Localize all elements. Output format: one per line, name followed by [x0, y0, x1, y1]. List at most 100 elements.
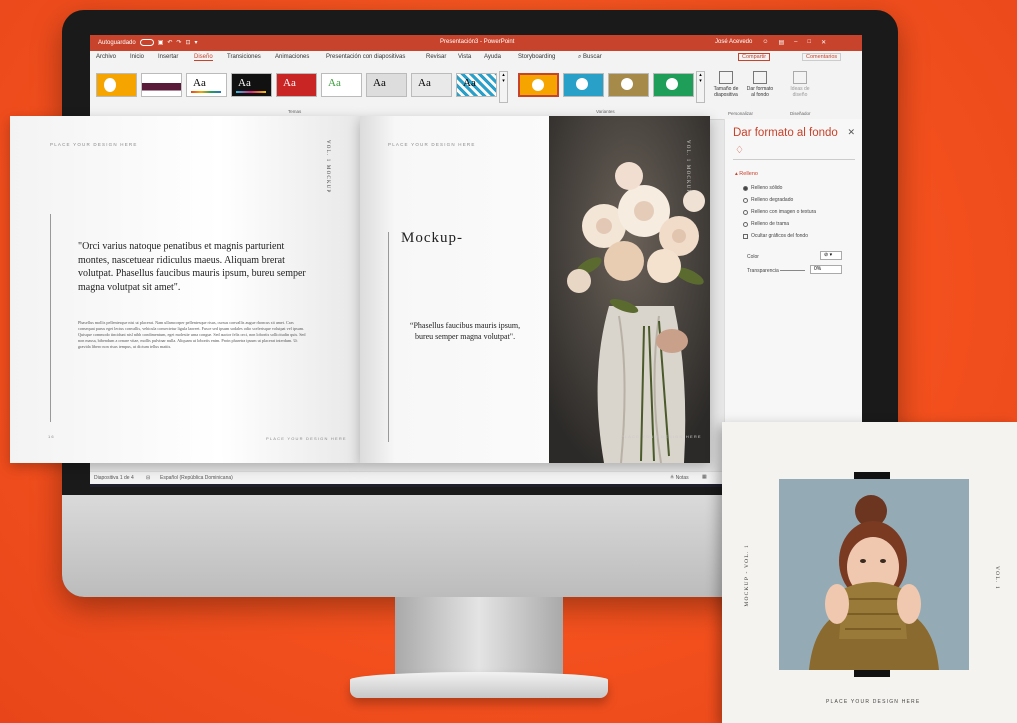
present-icon[interactable]: ⊡ — [185, 39, 190, 46]
fill-pattern-option[interactable]: Relleno de trama — [743, 221, 789, 227]
card-footer: PLACE YOUR DESIGN HERE — [826, 699, 921, 705]
radio-selected — [743, 185, 748, 191]
search-label: Buscar — [583, 54, 602, 60]
radio — [743, 197, 748, 203]
variant-thumb-1[interactable] — [518, 73, 559, 97]
fill-section-header[interactable]: ▴ Relleno — [735, 171, 758, 177]
right-page-quote: “Phasellus faucibus mauris ipsum, bureu … — [409, 321, 521, 341]
title-bar: Autoguardado ▣ ↶ ↷ ⊡ ▾ Presentación3 - P… — [90, 35, 862, 51]
theme-thumb-2[interactable] — [141, 73, 182, 97]
spell-check-icon[interactable]: ⊟ — [146, 475, 150, 481]
undo-icon[interactable]: ↶ — [167, 39, 172, 46]
radio — [743, 221, 748, 227]
left-page-number: 16 — [48, 434, 55, 439]
slide-counter: Diapositiva 1 de 4 — [94, 475, 134, 481]
magazine-card: MOCKUP - VOL. 1 VOL. 1 PLACE YOUR DESIGN… — [722, 422, 1017, 723]
notes-button[interactable]: ≜ Notas — [670, 475, 689, 481]
monitor-stand-foot — [350, 672, 608, 698]
monitor-stand-neck — [395, 597, 563, 677]
left-page-footer: PLACE YOUR DESIGN HERE — [266, 436, 347, 441]
window-title: Presentación3 - PowerPoint — [440, 39, 515, 45]
flower-bouquet-photo: VOL. 1 MOCKUP PLACE YOUR DESIGN HERE — [549, 116, 710, 463]
left-page-rule — [50, 214, 51, 422]
tab-ayuda[interactable]: Ayuda — [484, 54, 501, 60]
slide-size-icon — [719, 71, 733, 84]
minimize-icon[interactable]: – — [794, 39, 797, 46]
theme-thumb-8[interactable]: Aa — [411, 73, 452, 97]
theme-thumb-3[interactable]: Aa — [186, 73, 227, 97]
tab-storyboarding[interactable]: Storyboarding — [518, 54, 555, 60]
left-page-quote: "Orci varius natoque penatibus et magnis… — [78, 241, 306, 293]
normal-view-icon[interactable]: ▦ — [702, 474, 707, 480]
fill-solid-option[interactable]: Relleno sólido — [743, 185, 782, 191]
customize-toolbar-icon[interactable]: ▾ — [194, 39, 197, 46]
transparency-slider[interactable] — [780, 270, 805, 271]
tab-presentacion[interactable]: Presentación con diapositivas — [326, 54, 405, 60]
right-page-title: Mockup- — [401, 230, 463, 246]
redo-icon[interactable]: ↷ — [176, 39, 181, 46]
card-spine-left: MOCKUP - VOL. 1 — [744, 544, 750, 607]
theme-thumb-1[interactable] — [96, 73, 137, 97]
card-tab-top — [854, 472, 890, 479]
theme-thumb-6[interactable]: Aa — [321, 73, 362, 97]
tab-diseno[interactable]: Diseño — [194, 54, 213, 61]
color-picker-button[interactable]: ⊘ ▾ — [820, 251, 842, 260]
panel-title: Dar formato al fondo — [733, 127, 838, 139]
format-background-button[interactable]: Dar formato al fondo — [745, 71, 775, 98]
language-status[interactable]: Español (República Dominicana) — [160, 475, 233, 481]
tab-transiciones[interactable]: Transiciones — [227, 54, 261, 60]
ribbon: Aa Aa Aa Aa Aa Aa Aa ▴ ▾ Temas ▴ ▾ Variant… — [90, 65, 862, 120]
variant-thumb-2[interactable] — [563, 73, 604, 97]
autosave-toggle[interactable] — [139, 39, 154, 46]
theme-thumb-4[interactable]: Aa — [231, 73, 272, 97]
autosave-label: Autoguardado — [98, 39, 136, 46]
fill-picture-option[interactable]: Relleno con imagen o textura — [743, 209, 816, 215]
format-background-panel: Dar formato al fondo ✕ ♢ ▴ Relleno Relle… — [724, 119, 862, 471]
tab-insertar[interactable]: Insertar — [158, 54, 178, 60]
theme-thumb-9[interactable]: Aa — [456, 73, 497, 97]
theme-thumb-7[interactable]: Aa — [366, 73, 407, 97]
comments-button[interactable]: Comentarios — [802, 53, 842, 61]
tab-archivo[interactable]: Archivo — [96, 54, 116, 60]
variant-thumb-4[interactable] — [653, 73, 694, 97]
right-page-footer: PLACE YOUR DESIGN HERE — [621, 434, 702, 439]
save-icon[interactable]: ▣ — [158, 39, 164, 46]
ribbon-display-icon[interactable]: ▤ — [779, 39, 785, 46]
left-page-spine-text: VOL. 1 MOCKUP — [325, 140, 330, 194]
search-box[interactable]: ⌕ Buscar — [578, 54, 602, 61]
themes-scroll[interactable]: ▴ ▾ — [499, 71, 508, 103]
avatar[interactable]: ☺ — [762, 39, 768, 46]
fill-gradient-option[interactable]: Relleno degradado — [743, 197, 793, 203]
transparency-label: Transparencia — [747, 268, 779, 274]
variant-thumb-3[interactable] — [608, 73, 649, 97]
left-page-header: PLACE YOUR DESIGN HERE — [50, 142, 138, 147]
share-button[interactable]: Compartir — [738, 53, 771, 61]
variants-group-label: Variantes — [596, 109, 615, 114]
tab-revisar[interactable]: Revisar — [426, 54, 446, 60]
customize-group-label: Personalizar — [728, 111, 754, 116]
design-ideas-icon — [793, 71, 807, 84]
tab-vista[interactable]: Vista — [458, 54, 471, 60]
panel-divider — [733, 159, 855, 160]
theme-thumb-5[interactable]: Aa — [276, 73, 317, 97]
book-left-page: PLACE YOUR DESIGN HERE VOL. 1 MOCKUP "Or… — [10, 116, 360, 463]
left-page-body: Phasellus mollis pellentesque nisi ut pl… — [78, 320, 306, 349]
tab-inicio[interactable]: Inicio — [130, 54, 144, 60]
format-background-icon — [753, 71, 767, 84]
slide-size-button[interactable]: Tamaño de diapositiva — [712, 71, 740, 98]
transparency-input[interactable]: 0% — [810, 265, 842, 274]
variants-scroll[interactable]: ▴ ▾ — [696, 71, 705, 103]
maximize-icon[interactable]: □ — [808, 39, 812, 46]
color-label: Color — [747, 254, 759, 260]
design-ideas-button[interactable]: Ideas de diseño — [786, 71, 814, 98]
hide-graphics-checkbox[interactable]: Ocultar gráficos del fondo — [743, 233, 808, 239]
woman-portrait-photo — [779, 479, 969, 670]
menu-bar: Archivo Inicio Insertar Diseño Transicio… — [90, 51, 862, 65]
tab-animaciones[interactable]: Animaciones — [275, 54, 309, 60]
right-page-rule — [388, 232, 389, 442]
close-icon[interactable]: ✕ — [821, 39, 826, 46]
panel-close-icon[interactable]: ✕ — [847, 127, 855, 138]
checkbox — [743, 233, 748, 239]
user-name[interactable]: José Acevedo — [715, 39, 752, 46]
paint-bucket-icon[interactable]: ♢ — [735, 145, 744, 156]
